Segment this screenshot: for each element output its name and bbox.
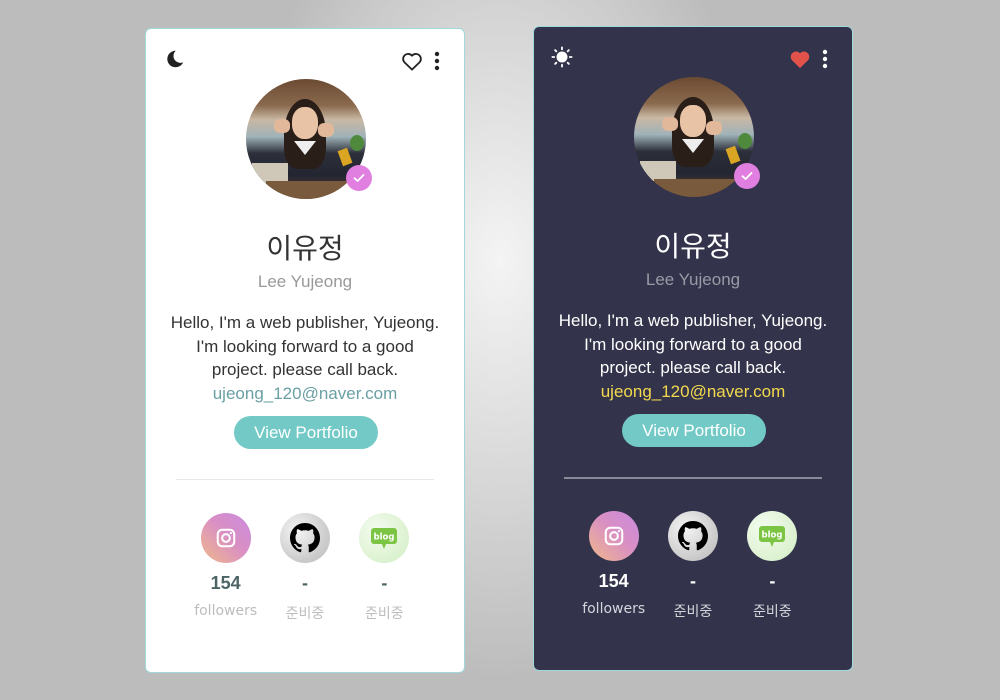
email-link[interactable]: ujeong_120@naver.com: [554, 380, 832, 404]
naver-blog-icon[interactable]: blog: [359, 513, 410, 563]
social-item-blog: blog - 준비중: [345, 513, 424, 623]
instagram-icon[interactable]: [200, 513, 251, 563]
moon-icon[interactable]: [162, 47, 186, 71]
name-korean: 이유정: [266, 232, 344, 265]
instagram-label: followers: [194, 603, 258, 619]
github-count: -: [301, 573, 308, 593]
avatar-container: [634, 77, 760, 197]
sun-icon[interactable]: [550, 45, 574, 69]
email-link[interactable]: ujeong_120@naver.com: [166, 382, 444, 406]
blog-label: 준비중: [753, 604, 792, 620]
blog-label: 준비중: [365, 606, 404, 622]
social-item-github: - 준비중: [265, 513, 344, 623]
social-item-instagram: 154 followers: [574, 511, 653, 621]
profile-card-dark: 이유정 Lee Yujeong Hello, I'm a web publish…: [533, 26, 853, 671]
naver-blog-icon[interactable]: blog: [747, 511, 798, 561]
bio-text: Hello, I'm a web publisher, Yujeong. I'm…: [558, 311, 828, 377]
name-korean: 이유정: [654, 230, 732, 263]
github-label: 준비중: [673, 604, 713, 620]
social-item-instagram: 154 followers: [186, 513, 265, 623]
bio: Hello, I'm a web publisher, Yujeong. I'm…: [554, 309, 832, 403]
instagram-count: 154: [598, 571, 629, 591]
svg-text:blog: blog: [374, 533, 395, 543]
bio-text: Hello, I'm a web publisher, Yujeong. I'm…: [170, 313, 440, 379]
github-icon[interactable]: [667, 511, 718, 561]
social-item-github: - 준비중: [653, 511, 732, 621]
social-list: 154 followers - 준비중 blog - 준비중: [186, 513, 424, 623]
social-item-blog: blog - 준비중: [733, 511, 812, 621]
blog-count: -: [769, 571, 776, 591]
instagram-label: followers: [582, 601, 646, 617]
github-label: 준비중: [285, 606, 325, 622]
heart-filled-icon[interactable]: [788, 47, 812, 71]
view-portfolio-button[interactable]: View Portfolio: [234, 416, 378, 449]
check-badge-icon: [734, 163, 760, 189]
github-count: -: [689, 571, 696, 591]
heart-outline-icon[interactable]: [400, 49, 424, 73]
divider: [564, 477, 822, 479]
svg-text:blog: blog: [762, 531, 783, 541]
github-icon[interactable]: [279, 513, 330, 563]
name-english: Lee Yujeong: [257, 272, 353, 291]
view-portfolio-button[interactable]: View Portfolio: [622, 414, 766, 447]
divider: [176, 479, 434, 480]
instagram-icon[interactable]: [588, 511, 639, 561]
more-vertical-icon[interactable]: [430, 49, 444, 73]
profile-card-light: 이유정 Lee Yujeong Hello, I'm a web publish…: [145, 28, 465, 673]
check-badge-icon: [346, 165, 372, 191]
more-vertical-icon[interactable]: [818, 47, 832, 71]
instagram-count: 154: [210, 573, 241, 593]
bio: Hello, I'm a web publisher, Yujeong. I'm…: [166, 311, 444, 405]
blog-count: -: [381, 573, 388, 593]
social-list: 154 followers - 준비중 blog - 준비중: [574, 511, 812, 621]
name-english: Lee Yujeong: [645, 270, 741, 289]
avatar-container: [246, 79, 372, 199]
